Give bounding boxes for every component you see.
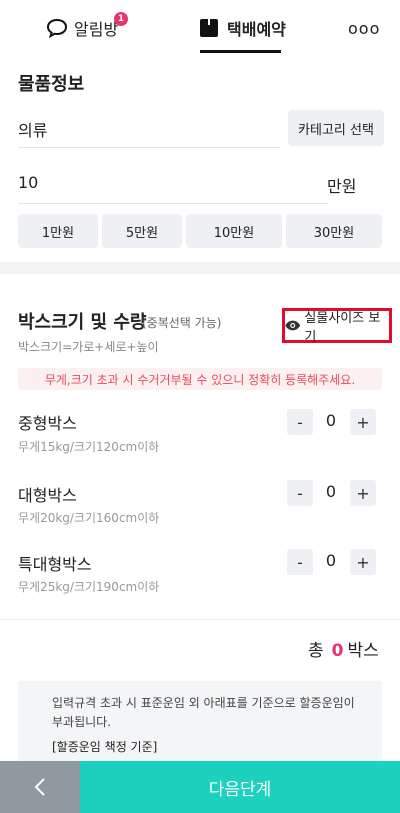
- chevron-left-icon: [34, 778, 45, 796]
- tab-chat-label: 알림방: [74, 20, 119, 39]
- notification-badge: 1: [114, 12, 128, 26]
- box-row-medium-name: 중형박스: [18, 414, 77, 433]
- box-section-title: 박스크기 및 수량: [18, 312, 147, 333]
- top-navigation: 알림방 1 택배예약 ooo: [0, 0, 400, 56]
- box-row-xlarge-desc: 무게25kg/크기190cm이하: [18, 580, 160, 594]
- large-box-plus-button[interactable]: +: [350, 480, 376, 506]
- category-select-button[interactable]: 카테고리 선택: [288, 110, 384, 146]
- xlarge-box-minus-button[interactable]: -: [287, 549, 313, 575]
- xlarge-box-plus-button[interactable]: +: [350, 549, 376, 575]
- amount-30-button[interactable]: 30만원: [286, 214, 382, 248]
- surcharge-criteria-link[interactable]: [할증운임 책정 기준]: [52, 738, 157, 755]
- large-box-quantity: 0: [325, 482, 337, 501]
- real-size-view-button[interactable]: 실물사이즈 보기: [282, 308, 392, 345]
- tab-chat[interactable]: 알림방: [46, 0, 118, 56]
- xlarge-box-quantity: 0: [325, 551, 337, 570]
- tab-delivery-label: 택배예약: [227, 20, 286, 39]
- eye-icon: [285, 320, 301, 331]
- large-box-minus-button[interactable]: -: [287, 480, 313, 506]
- box-row-large-name: 대형박스: [18, 486, 77, 505]
- tab-delivery-reservation[interactable]: 택배예약: [200, 0, 286, 56]
- back-button[interactable]: [0, 761, 80, 813]
- amount-10-button[interactable]: 10만원: [186, 214, 282, 248]
- box-section-subtitle: (중복선택 가능): [142, 316, 222, 330]
- item-value-field[interactable]: 10: [18, 173, 38, 192]
- active-tab-indicator: [200, 50, 281, 53]
- box-row-large-desc: 무게20kg/크기160cm이하: [18, 511, 160, 525]
- total-box-summary: 총 0 박스: [308, 636, 379, 661]
- item-value-underline: [18, 203, 328, 204]
- box-row-medium-desc: 무게15kg/크기120cm이하: [18, 440, 160, 454]
- next-step-button[interactable]: 다음단계: [80, 761, 400, 813]
- medium-box-plus-button[interactable]: +: [350, 409, 376, 435]
- more-menu-button[interactable]: ooo: [348, 0, 380, 56]
- category-field-underline: [18, 147, 280, 148]
- total-prefix: 총: [308, 641, 324, 661]
- medium-box-quantity: 0: [325, 411, 337, 430]
- item-info-title: 물품정보: [18, 74, 85, 95]
- category-field[interactable]: 의류: [18, 117, 47, 141]
- medium-box-minus-button[interactable]: -: [287, 409, 313, 435]
- total-divider: [0, 619, 400, 620]
- chat-bubble-icon: [46, 18, 68, 38]
- total-box-count: 0: [331, 641, 344, 661]
- box-size-formula: 박스크기=가로+세로+높이: [18, 340, 159, 354]
- item-value-unit: 만원: [327, 177, 357, 196]
- surcharge-notice-text: 입력규격 초과 시 표준운임 외 아래표를 기준으로 할증운임이 부과됩니다.: [52, 696, 355, 729]
- section-divider: [0, 262, 400, 274]
- warning-banner: 무게,크기 초과 시 수거거부될 수 있으니 정확히 등록해주세요.: [18, 368, 382, 390]
- real-size-view-label: 실물사이즈 보기: [304, 310, 381, 345]
- total-suffix: 박스: [347, 641, 379, 661]
- amount-1-button[interactable]: 1만원: [18, 214, 98, 248]
- package-icon: [200, 19, 218, 37]
- amount-5-button[interactable]: 5만원: [102, 214, 182, 248]
- box-row-xlarge-name: 특대형박스: [18, 555, 92, 574]
